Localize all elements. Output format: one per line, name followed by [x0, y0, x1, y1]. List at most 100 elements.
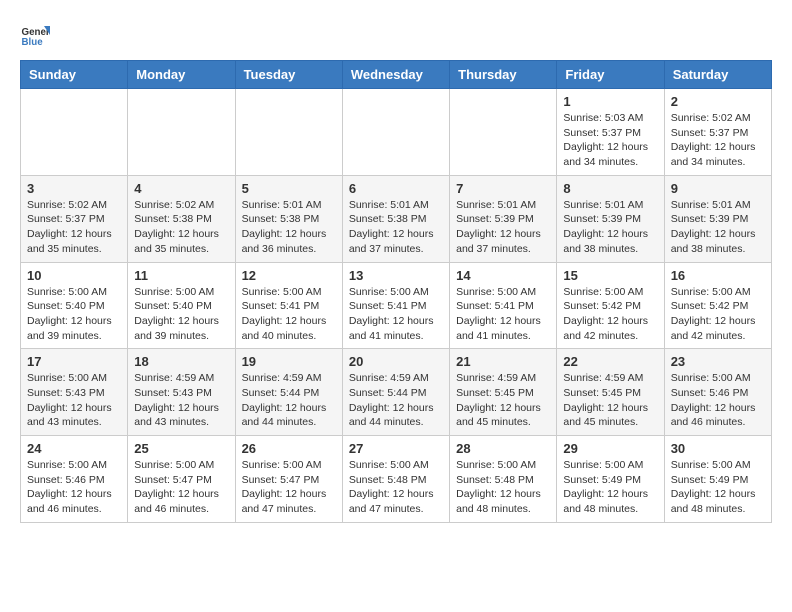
calendar-cell: 4 Sunrise: 5:02 AMSunset: 5:38 PMDaylight… [128, 175, 235, 262]
calendar-cell: 8Sunrise: 5:01 AMSunset: 5:39 PMDaylight… [557, 175, 664, 262]
day-number: 14 [456, 268, 550, 283]
day-number: 3 [27, 181, 121, 196]
calendar-cell [450, 89, 557, 176]
day-number: 23 [671, 354, 765, 369]
weekday-header: Thursday [450, 61, 557, 89]
day-info: Sunrise: 4:59 AMSunset: 5:45 PMDaylight:… [563, 371, 657, 430]
day-info: Sunrise: 5:00 AMSunset: 5:46 PMDaylight:… [27, 458, 121, 517]
day-info: Sunrise: 5:02 AMSunset: 5:37 PMDaylight:… [671, 111, 765, 170]
day-number: 4 [134, 181, 228, 196]
day-number: 18 [134, 354, 228, 369]
calendar-cell: 20Sunrise: 4:59 AMSunset: 5:44 PMDayligh… [342, 349, 449, 436]
day-info: Sunrise: 5:03 AMSunset: 5:37 PMDaylight:… [563, 111, 657, 170]
weekday-header: Tuesday [235, 61, 342, 89]
day-info: Sunrise: 5:00 AMSunset: 5:49 PMDaylight:… [563, 458, 657, 517]
calendar-cell: 28Sunrise: 5:00 AMSunset: 5:48 PMDayligh… [450, 436, 557, 523]
calendar-week-row: 10 Sunrise: 5:00 AMSunset: 5:40 PMDayligh… [21, 262, 772, 349]
day-info: Sunrise: 5:00 AMSunset: 5:42 PMDaylight:… [563, 285, 657, 344]
calendar-cell: 7 Sunrise: 5:01 AMSunset: 5:39 PMDaylight… [450, 175, 557, 262]
calendar-body: 1 Sunrise: 5:03 AMSunset: 5:37 PMDaylight… [21, 89, 772, 523]
calendar-cell: 18 Sunrise: 4:59 AMSunset: 5:43 PMDayligh… [128, 349, 235, 436]
calendar-cell [342, 89, 449, 176]
page-container: General Blue SundayMondayTuesdayWednesda… [20, 20, 772, 523]
calendar-cell: 5 Sunrise: 5:01 AMSunset: 5:38 PMDaylight… [235, 175, 342, 262]
day-info: Sunrise: 5:00 AMSunset: 5:47 PMDaylight:… [134, 458, 228, 517]
day-info: Sunrise: 5:01 AMSunset: 5:39 PMDaylight:… [456, 198, 550, 257]
calendar-week-row: 24 Sunrise: 5:00 AMSunset: 5:46 PMDayligh… [21, 436, 772, 523]
weekday-header: Friday [557, 61, 664, 89]
day-number: 7 [456, 181, 550, 196]
day-number: 12 [242, 268, 336, 283]
day-number: 5 [242, 181, 336, 196]
day-info: Sunrise: 4:59 AMSunset: 5:43 PMDaylight:… [134, 371, 228, 430]
calendar-cell: 19 Sunrise: 4:59 AMSunset: 5:44 PMDayligh… [235, 349, 342, 436]
calendar-cell: 14Sunrise: 5:00 AMSunset: 5:41 PMDayligh… [450, 262, 557, 349]
day-number: 21 [456, 354, 550, 369]
day-number: 9 [671, 181, 765, 196]
weekday-header: Monday [128, 61, 235, 89]
day-number: 16 [671, 268, 765, 283]
calendar-cell: 15 Sunrise: 5:00 AMSunset: 5:42 PMDayligh… [557, 262, 664, 349]
day-number: 15 [563, 268, 657, 283]
calendar-cell: 3 Sunrise: 5:02 AMSunset: 5:37 PMDaylight… [21, 175, 128, 262]
day-info: Sunrise: 4:59 AMSunset: 5:44 PMDaylight:… [242, 371, 336, 430]
day-number: 10 [27, 268, 121, 283]
weekday-header: Wednesday [342, 61, 449, 89]
day-number: 19 [242, 354, 336, 369]
day-number: 30 [671, 441, 765, 456]
calendar-header: SundayMondayTuesdayWednesdayThursdayFrid… [21, 61, 772, 89]
calendar-cell: 24 Sunrise: 5:00 AMSunset: 5:46 PMDayligh… [21, 436, 128, 523]
calendar-week-row: 3 Sunrise: 5:02 AMSunset: 5:37 PMDaylight… [21, 175, 772, 262]
day-info: Sunrise: 5:00 AMSunset: 5:40 PMDaylight:… [27, 285, 121, 344]
calendar-week-row: 1 Sunrise: 5:03 AMSunset: 5:37 PMDaylight… [21, 89, 772, 176]
day-info: Sunrise: 5:00 AMSunset: 5:48 PMDaylight:… [349, 458, 443, 517]
day-number: 11 [134, 268, 228, 283]
day-info: Sunrise: 5:01 AMSunset: 5:38 PMDaylight:… [242, 198, 336, 257]
calendar-cell: 9 Sunrise: 5:01 AMSunset: 5:39 PMDaylight… [664, 175, 771, 262]
day-info: Sunrise: 5:00 AMSunset: 5:49 PMDaylight:… [671, 458, 765, 517]
day-info: Sunrise: 5:00 AMSunset: 5:42 PMDaylight:… [671, 285, 765, 344]
calendar-cell: 11 Sunrise: 5:00 AMSunset: 5:40 PMDayligh… [128, 262, 235, 349]
day-number: 24 [27, 441, 121, 456]
calendar-cell: 21 Sunrise: 4:59 AMSunset: 5:45 PMDayligh… [450, 349, 557, 436]
day-info: Sunrise: 4:59 AMSunset: 5:45 PMDaylight:… [456, 371, 550, 430]
calendar-cell: 13Sunrise: 5:00 AMSunset: 5:41 PMDayligh… [342, 262, 449, 349]
day-number: 26 [242, 441, 336, 456]
calendar-cell: 29 Sunrise: 5:00 AMSunset: 5:49 PMDayligh… [557, 436, 664, 523]
day-info: Sunrise: 5:00 AMSunset: 5:41 PMDaylight:… [242, 285, 336, 344]
svg-text:Blue: Blue [22, 37, 44, 48]
day-info: Sunrise: 5:00 AMSunset: 5:47 PMDaylight:… [242, 458, 336, 517]
day-info: Sunrise: 5:00 AMSunset: 5:46 PMDaylight:… [671, 371, 765, 430]
calendar-table: SundayMondayTuesdayWednesdayThursdayFrid… [20, 60, 772, 523]
day-number: 8 [563, 181, 657, 196]
day-number: 1 [563, 94, 657, 109]
header: General Blue [20, 20, 772, 50]
weekday-header: Saturday [664, 61, 771, 89]
day-info: Sunrise: 5:00 AMSunset: 5:43 PMDaylight:… [27, 371, 121, 430]
day-info: Sunrise: 5:00 AMSunset: 5:48 PMDaylight:… [456, 458, 550, 517]
calendar-cell: 22Sunrise: 4:59 AMSunset: 5:45 PMDayligh… [557, 349, 664, 436]
calendar-cell: 26 Sunrise: 5:00 AMSunset: 5:47 PMDayligh… [235, 436, 342, 523]
day-info: Sunrise: 5:02 AMSunset: 5:37 PMDaylight:… [27, 198, 121, 257]
weekday-header: Sunday [21, 61, 128, 89]
day-number: 27 [349, 441, 443, 456]
day-number: 2 [671, 94, 765, 109]
day-number: 13 [349, 268, 443, 283]
calendar-cell: 25Sunrise: 5:00 AMSunset: 5:47 PMDayligh… [128, 436, 235, 523]
calendar-cell: 10 Sunrise: 5:00 AMSunset: 5:40 PMDayligh… [21, 262, 128, 349]
day-info: Sunrise: 5:01 AMSunset: 5:39 PMDaylight:… [671, 198, 765, 257]
calendar-cell: 23 Sunrise: 5:00 AMSunset: 5:46 PMDayligh… [664, 349, 771, 436]
day-info: Sunrise: 5:01 AMSunset: 5:38 PMDaylight:… [349, 198, 443, 257]
day-info: Sunrise: 5:02 AMSunset: 5:38 PMDaylight:… [134, 198, 228, 257]
calendar-cell [21, 89, 128, 176]
calendar-cell: 30 Sunrise: 5:00 AMSunset: 5:49 PMDayligh… [664, 436, 771, 523]
calendar-cell: 27 Sunrise: 5:00 AMSunset: 5:48 PMDayligh… [342, 436, 449, 523]
day-number: 6 [349, 181, 443, 196]
logo: General Blue [20, 20, 50, 50]
day-info: Sunrise: 5:00 AMSunset: 5:40 PMDaylight:… [134, 285, 228, 344]
day-number: 29 [563, 441, 657, 456]
calendar-cell: 2 Sunrise: 5:02 AMSunset: 5:37 PMDaylight… [664, 89, 771, 176]
calendar-week-row: 17Sunrise: 5:00 AMSunset: 5:43 PMDayligh… [21, 349, 772, 436]
calendar-cell: 12 Sunrise: 5:00 AMSunset: 5:41 PMDayligh… [235, 262, 342, 349]
calendar-cell: 17Sunrise: 5:00 AMSunset: 5:43 PMDayligh… [21, 349, 128, 436]
